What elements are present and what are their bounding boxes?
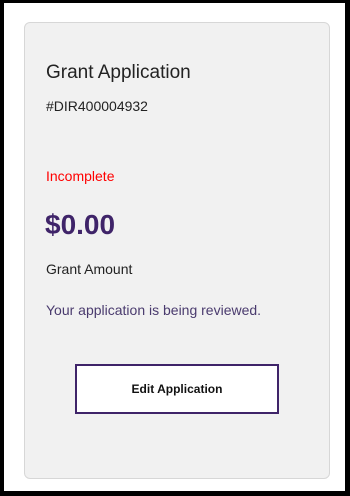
- grant-application-card: Grant Application #DIR400004932 Incomple…: [24, 22, 330, 479]
- grant-amount-label: Grant Amount: [46, 261, 133, 277]
- status-label: Incomplete: [46, 168, 115, 184]
- edit-application-button[interactable]: Edit Application: [75, 364, 279, 414]
- page-frame: Grant Application #DIR400004932 Incomple…: [4, 3, 345, 491]
- grant-amount-value: $0.00: [45, 209, 116, 240]
- application-reference: #DIR400004932: [46, 98, 148, 114]
- card-title: Grant Application: [46, 62, 191, 83]
- review-status-message: Your application is being reviewed.: [46, 302, 262, 318]
